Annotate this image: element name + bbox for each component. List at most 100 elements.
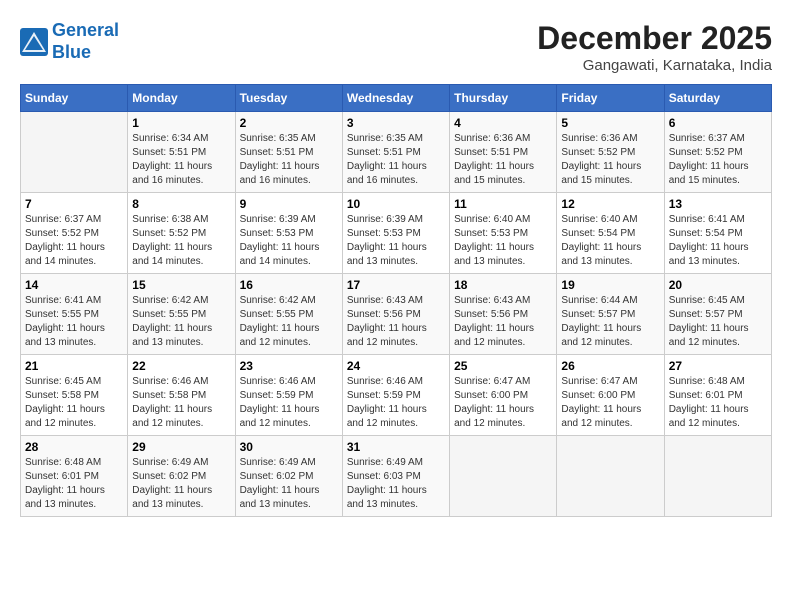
calendar-cell: 5 Sunrise: 6:36 AM Sunset: 5:52 PM Daylig… — [557, 112, 664, 193]
calendar-cell: 14Sunrise: 6:41 AM Sunset: 5:55 PM Dayli… — [21, 274, 128, 355]
day-info: Sunrise: 6:36 AM Sunset: 5:52 PM Dayligh… — [561, 132, 659, 188]
calendar-cell: 19Sunrise: 6:44 AM Sunset: 5:57 PM Dayli… — [557, 274, 664, 355]
calendar-cell — [664, 436, 771, 517]
header-cell-monday: Monday — [128, 85, 235, 112]
day-info: Sunrise: 6:49 AM Sunset: 6:02 PM Dayligh… — [132, 456, 230, 512]
day-info: Sunrise: 6:34 AM Sunset: 5:51 PM Dayligh… — [132, 132, 230, 188]
day-number: 6 — [669, 116, 767, 130]
calendar-cell: 1 Sunrise: 6:34 AM Sunset: 5:51 PM Daylig… — [128, 112, 235, 193]
header-cell-thursday: Thursday — [450, 85, 557, 112]
calendar-cell: 28 Sunrise: 6:48 AM Sunset: 6:01 PM Dayli… — [21, 436, 128, 517]
day-number: 30 — [240, 440, 338, 454]
week-row-4: 21Sunrise: 6:45 AM Sunset: 5:58 PM Dayli… — [21, 355, 772, 436]
day-number: 17 — [347, 278, 445, 292]
logo: General Blue — [20, 20, 119, 63]
header-cell-sunday: Sunday — [21, 85, 128, 112]
day-info: Sunrise: 6:43 AM Sunset: 5:56 PM Dayligh… — [347, 294, 445, 350]
day-number: 31 — [347, 440, 445, 454]
header-cell-wednesday: Wednesday — [342, 85, 449, 112]
calendar-cell: 8Sunrise: 6:38 AM Sunset: 5:52 PM Daylig… — [128, 193, 235, 274]
week-row-2: 7 Sunrise: 6:37 AM Sunset: 5:52 PM Daylig… — [21, 193, 772, 274]
day-info: Sunrise: 6:46 AM Sunset: 5:59 PM Dayligh… — [347, 375, 445, 431]
day-number: 3 — [347, 116, 445, 130]
day-number: 28 — [25, 440, 123, 454]
calendar-cell: 2 Sunrise: 6:35 AM Sunset: 5:51 PM Daylig… — [235, 112, 342, 193]
header-cell-tuesday: Tuesday — [235, 85, 342, 112]
day-number: 5 — [561, 116, 659, 130]
day-info: Sunrise: 6:36 AM Sunset: 5:51 PM Dayligh… — [454, 132, 552, 188]
day-info: Sunrise: 6:46 AM Sunset: 5:58 PM Dayligh… — [132, 375, 230, 431]
calendar-cell: 31 Sunrise: 6:49 AM Sunset: 6:03 PM Dayli… — [342, 436, 449, 517]
logo-line2: Blue — [52, 42, 91, 62]
day-number: 25 — [454, 359, 552, 373]
week-row-3: 14Sunrise: 6:41 AM Sunset: 5:55 PM Dayli… — [21, 274, 772, 355]
calendar-cell: 30Sunrise: 6:49 AM Sunset: 6:02 PM Dayli… — [235, 436, 342, 517]
day-number: 12 — [561, 197, 659, 211]
logo-icon — [20, 28, 48, 56]
logo-text: General Blue — [52, 20, 119, 63]
calendar-cell: 7 Sunrise: 6:37 AM Sunset: 5:52 PM Daylig… — [21, 193, 128, 274]
calendar-cell: 15Sunrise: 6:42 AM Sunset: 5:55 PM Dayli… — [128, 274, 235, 355]
day-info: Sunrise: 6:37 AM Sunset: 5:52 PM Dayligh… — [25, 213, 123, 269]
day-info: Sunrise: 6:39 AM Sunset: 5:53 PM Dayligh… — [347, 213, 445, 269]
day-number: 16 — [240, 278, 338, 292]
calendar-table: SundayMondayTuesdayWednesdayThursdayFrid… — [20, 84, 772, 517]
day-number: 24 — [347, 359, 445, 373]
day-number: 27 — [669, 359, 767, 373]
day-number: 11 — [454, 197, 552, 211]
calendar-cell: 13Sunrise: 6:41 AM Sunset: 5:54 PM Dayli… — [664, 193, 771, 274]
day-info: Sunrise: 6:35 AM Sunset: 5:51 PM Dayligh… — [240, 132, 338, 188]
week-row-1: 1 Sunrise: 6:34 AM Sunset: 5:51 PM Daylig… — [21, 112, 772, 193]
day-number: 7 — [25, 197, 123, 211]
calendar-cell: 6 Sunrise: 6:37 AM Sunset: 5:52 PM Daylig… — [664, 112, 771, 193]
header: General Blue December 2025 Gangawati, Ka… — [20, 20, 772, 74]
day-info: Sunrise: 6:42 AM Sunset: 5:55 PM Dayligh… — [132, 294, 230, 350]
logo-line1: General — [52, 20, 119, 40]
day-info: Sunrise: 6:44 AM Sunset: 5:57 PM Dayligh… — [561, 294, 659, 350]
day-info: Sunrise: 6:48 AM Sunset: 6:01 PM Dayligh… — [669, 375, 767, 431]
calendar-cell: 4Sunrise: 6:36 AM Sunset: 5:51 PM Daylig… — [450, 112, 557, 193]
day-number: 1 — [132, 116, 230, 130]
header-cell-friday: Friday — [557, 85, 664, 112]
calendar-cell: 11Sunrise: 6:40 AM Sunset: 5:53 PM Dayli… — [450, 193, 557, 274]
day-info: Sunrise: 6:45 AM Sunset: 5:57 PM Dayligh… — [669, 294, 767, 350]
calendar-cell: 29 Sunrise: 6:49 AM Sunset: 6:02 PM Dayli… — [128, 436, 235, 517]
day-number: 14 — [25, 278, 123, 292]
week-row-5: 28 Sunrise: 6:48 AM Sunset: 6:01 PM Dayli… — [21, 436, 772, 517]
day-info: Sunrise: 6:43 AM Sunset: 5:56 PM Dayligh… — [454, 294, 552, 350]
calendar-cell — [557, 436, 664, 517]
calendar-cell: 27 Sunrise: 6:48 AM Sunset: 6:01 PM Dayli… — [664, 355, 771, 436]
day-number: 20 — [669, 278, 767, 292]
day-info: Sunrise: 6:48 AM Sunset: 6:01 PM Dayligh… — [25, 456, 123, 512]
day-info: Sunrise: 6:37 AM Sunset: 5:52 PM Dayligh… — [669, 132, 767, 188]
calendar-cell: 10Sunrise: 6:39 AM Sunset: 5:53 PM Dayli… — [342, 193, 449, 274]
day-number: 26 — [561, 359, 659, 373]
day-info: Sunrise: 6:35 AM Sunset: 5:51 PM Dayligh… — [347, 132, 445, 188]
day-info: Sunrise: 6:47 AM Sunset: 6:00 PM Dayligh… — [454, 375, 552, 431]
header-row: SundayMondayTuesdayWednesdayThursdayFrid… — [21, 85, 772, 112]
day-number: 8 — [132, 197, 230, 211]
header-cell-saturday: Saturday — [664, 85, 771, 112]
day-number: 23 — [240, 359, 338, 373]
calendar-cell: 17 Sunrise: 6:43 AM Sunset: 5:56 PM Dayli… — [342, 274, 449, 355]
day-info: Sunrise: 6:40 AM Sunset: 5:54 PM Dayligh… — [561, 213, 659, 269]
day-info: Sunrise: 6:49 AM Sunset: 6:03 PM Dayligh… — [347, 456, 445, 512]
day-number: 2 — [240, 116, 338, 130]
calendar-cell: 18 Sunrise: 6:43 AM Sunset: 5:56 PM Dayli… — [450, 274, 557, 355]
calendar-cell: 26Sunrise: 6:47 AM Sunset: 6:00 PM Dayli… — [557, 355, 664, 436]
calendar-cell: 22Sunrise: 6:46 AM Sunset: 5:58 PM Dayli… — [128, 355, 235, 436]
calendar-cell — [21, 112, 128, 193]
day-number: 29 — [132, 440, 230, 454]
calendar-cell: 21Sunrise: 6:45 AM Sunset: 5:58 PM Dayli… — [21, 355, 128, 436]
month-title: December 2025 — [537, 20, 772, 57]
calendar-cell — [450, 436, 557, 517]
day-number: 9 — [240, 197, 338, 211]
day-number: 18 — [454, 278, 552, 292]
day-number: 13 — [669, 197, 767, 211]
calendar-cell: 25 Sunrise: 6:47 AM Sunset: 6:00 PM Dayli… — [450, 355, 557, 436]
calendar-cell: 24 Sunrise: 6:46 AM Sunset: 5:59 PM Dayli… — [342, 355, 449, 436]
subtitle: Gangawati, Karnataka, India — [537, 57, 772, 74]
calendar-cell: 3 Sunrise: 6:35 AM Sunset: 5:51 PM Daylig… — [342, 112, 449, 193]
day-info: Sunrise: 6:42 AM Sunset: 5:55 PM Dayligh… — [240, 294, 338, 350]
day-info: Sunrise: 6:46 AM Sunset: 5:59 PM Dayligh… — [240, 375, 338, 431]
